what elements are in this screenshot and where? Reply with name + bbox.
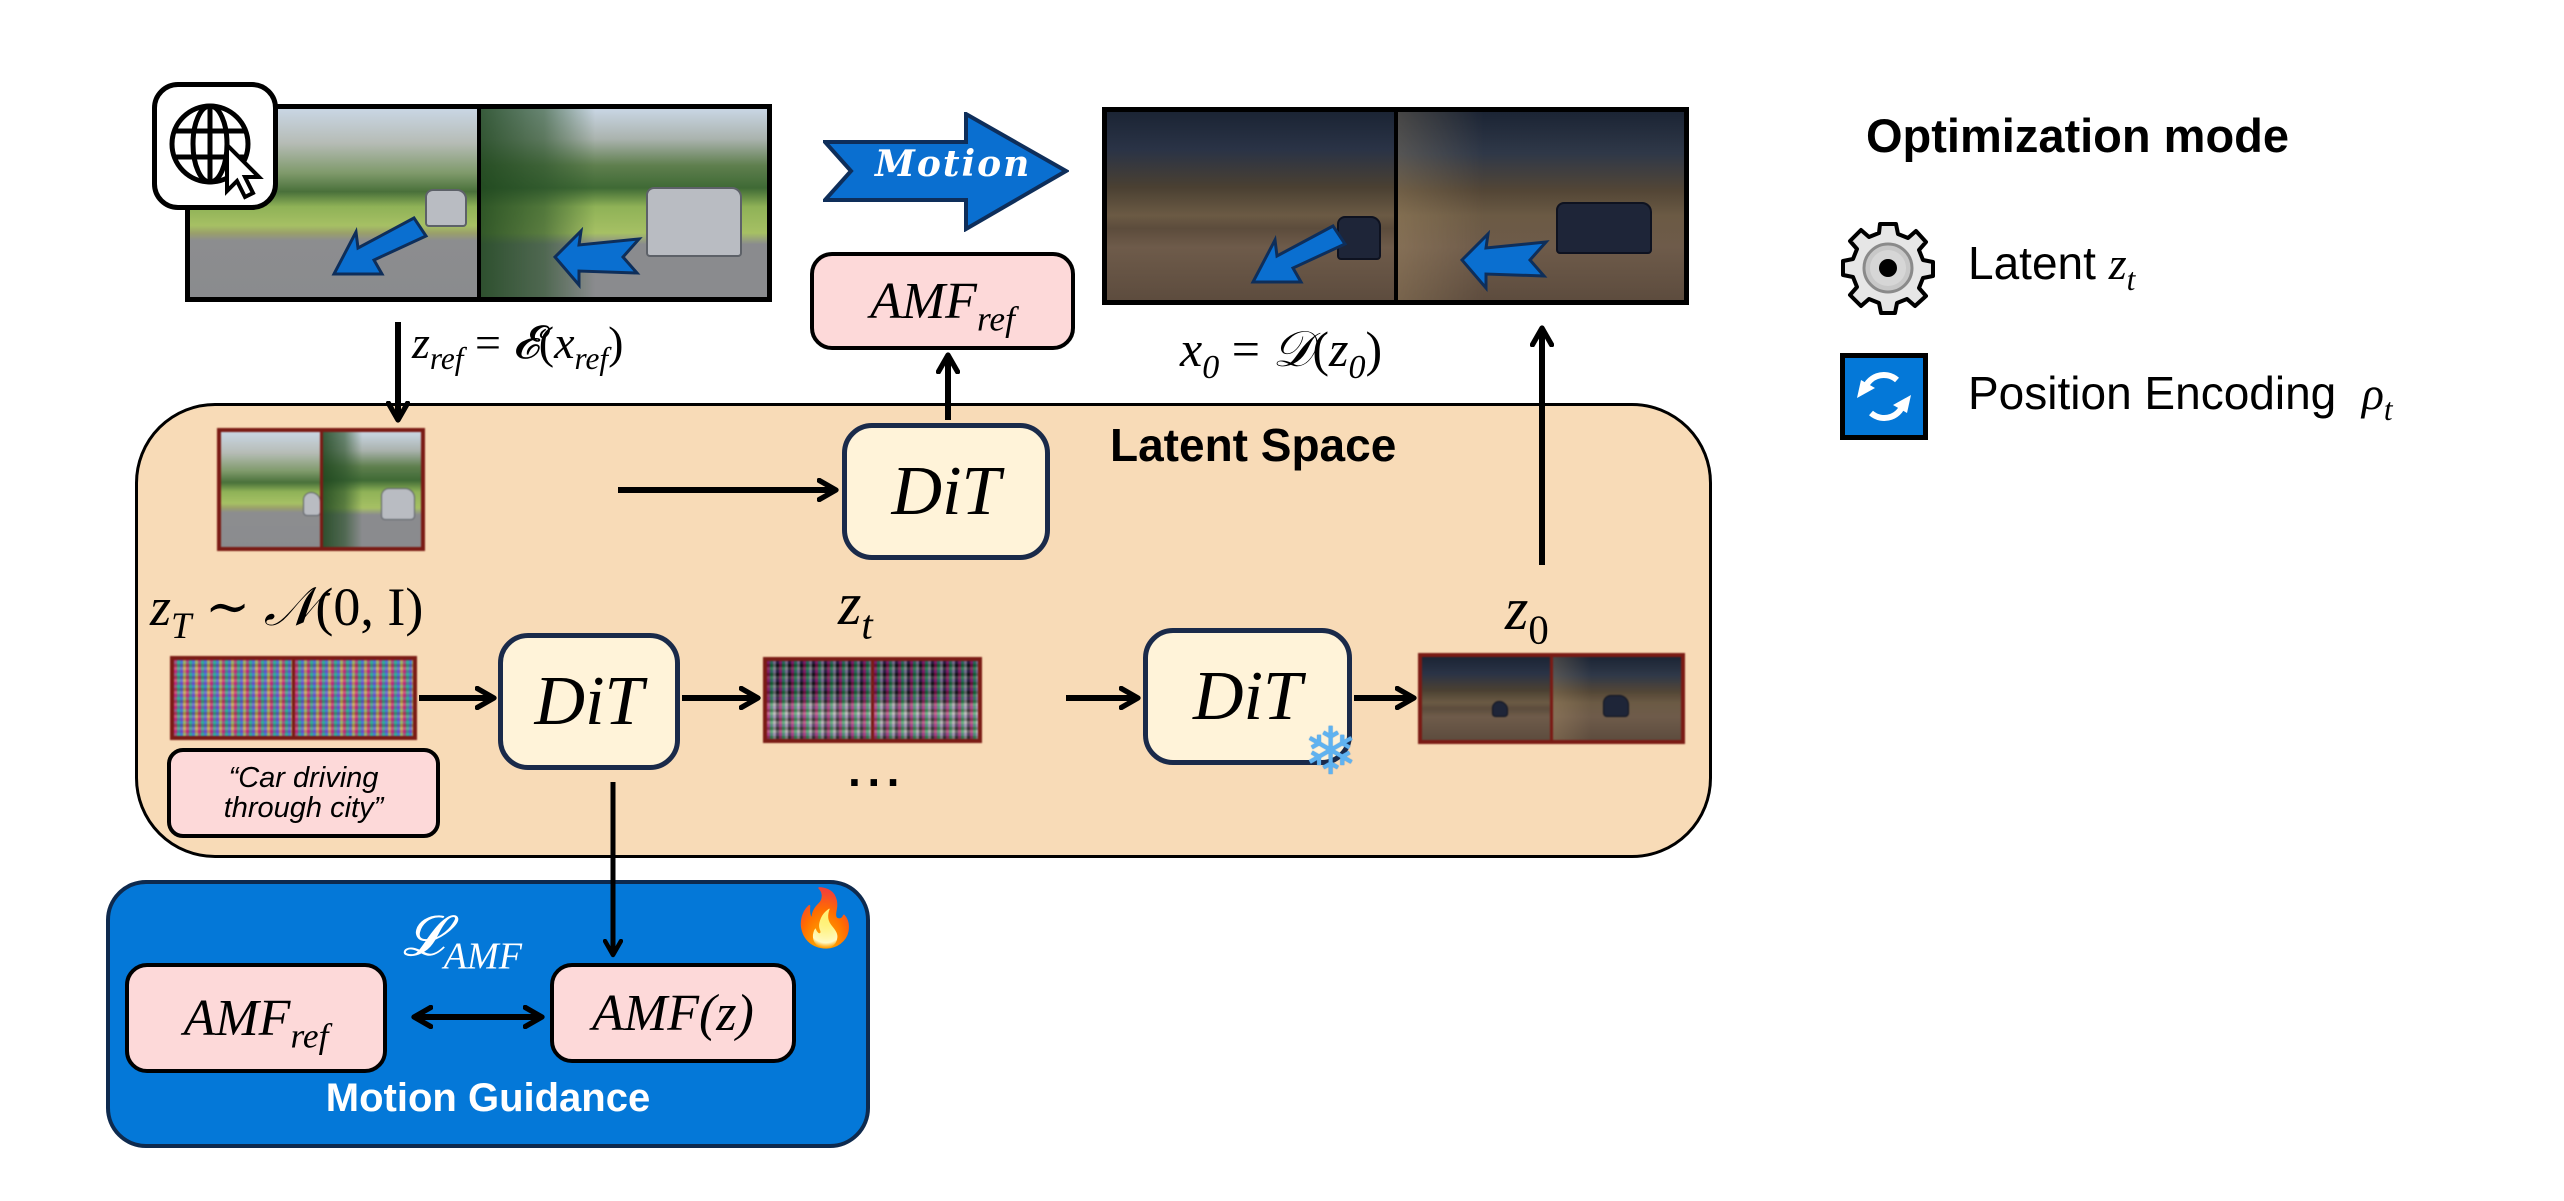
refresh-icon xyxy=(1840,353,1928,440)
motion-direction-arrow-icon xyxy=(331,216,429,276)
prompt-line-1: “Car driving xyxy=(228,761,379,794)
web-source-icon xyxy=(152,82,278,210)
encoder-formula: zref = 𝓔(xref) xyxy=(412,317,624,376)
latent-space-title: Latent Space xyxy=(1110,419,1397,471)
car xyxy=(1555,202,1652,254)
car xyxy=(380,488,415,520)
legend-title: Optimization mode xyxy=(1866,109,2289,162)
output-frame-1 xyxy=(1107,112,1394,300)
reference-latent xyxy=(217,428,425,551)
zt-label: zt xyxy=(838,571,873,648)
ellipsis: ··· xyxy=(848,756,906,808)
amf-ref-output-box: AMFref xyxy=(810,252,1075,350)
dit-denoising-block: DiT xyxy=(498,633,680,770)
zt-frame-2 xyxy=(871,661,978,739)
refresh-arrows-icon xyxy=(1857,372,1911,421)
reference-frame-2 xyxy=(476,109,767,297)
z0-label: z0 xyxy=(1505,576,1549,653)
zt-frame-1 xyxy=(767,661,871,739)
fire-trainable-icon: 🔥 xyxy=(790,886,860,949)
output-video-frames xyxy=(1102,107,1689,305)
amf-z-box: AMF(z) xyxy=(550,963,796,1063)
noise-latent xyxy=(170,656,417,740)
output-frame-2 xyxy=(1393,112,1684,300)
motion-direction-arrow-icon xyxy=(552,227,643,289)
latent-frame-2 xyxy=(319,432,421,547)
noise-prior-label: zT ∼ 𝒩(0, I) xyxy=(150,577,424,646)
motion-direction-arrow-icon xyxy=(1459,230,1550,292)
car xyxy=(425,189,467,227)
motion-guidance-title: Motion Guidance xyxy=(325,1076,651,1120)
globe-cursor-icon xyxy=(169,103,264,200)
dit-reference-block: DiT xyxy=(842,423,1050,560)
motion-direction-arrow-icon xyxy=(1250,224,1348,284)
legend-latent-math: zt xyxy=(2108,238,2136,297)
car xyxy=(1492,701,1508,717)
snowflake-frozen-icon: ❄ xyxy=(1303,714,1359,788)
noise-frame-2 xyxy=(292,660,413,736)
amf-ref-box: AMFref xyxy=(125,963,387,1073)
legend-item-latent: Latent zt xyxy=(1968,236,2136,297)
z0-frame-2 xyxy=(1550,657,1681,740)
legend-position-label: Position Encoding xyxy=(1968,367,2337,419)
legend-latent-label: Latent xyxy=(1968,237,2096,289)
z0-latent xyxy=(1418,653,1685,744)
amf-loss-label: 𝓛AMF xyxy=(403,906,522,978)
legend-item-position-encoding: Position Encoding ρt xyxy=(1968,366,2393,427)
car xyxy=(303,492,321,516)
motion-arrow-label: Motion xyxy=(875,143,1032,185)
legend-position-math: ρt xyxy=(2361,368,2393,427)
gear-icon xyxy=(1841,222,1935,315)
z0-frame-1 xyxy=(1422,657,1550,740)
car xyxy=(1603,695,1629,717)
prompt-line-2: through city” xyxy=(223,792,384,824)
noise-frame-1 xyxy=(174,660,292,736)
zt-latent xyxy=(763,657,982,743)
text-prompt-box: “Car driving through city” xyxy=(167,748,440,838)
latent-frame-1 xyxy=(221,432,321,547)
car xyxy=(645,187,742,257)
decoder-formula: x0 = 𝒟(z0) xyxy=(1180,321,1383,386)
